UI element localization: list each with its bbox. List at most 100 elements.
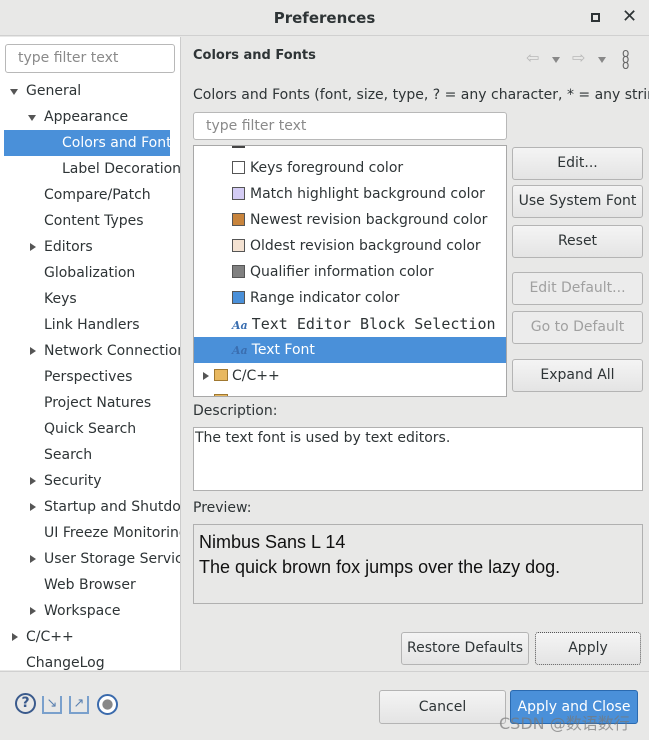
collapsed-arrow-icon[interactable] [30,477,36,485]
item-label: Range indicator color [250,290,400,306]
import-icon[interactable]: ↘ [42,696,62,714]
color-font-item[interactable]: Keys foreground color [194,155,506,181]
sidebar-item[interactable]: Workspace [0,598,180,624]
color-swatch-icon [232,187,245,200]
sidebar-item[interactable]: Keys [0,286,180,312]
color-font-item[interactable]: Newest revision background color [194,207,506,233]
title-bar: Preferences ✕ [0,0,649,36]
item-label: Newest revision background color [250,212,488,228]
collapsed-arrow-icon[interactable] [30,607,36,615]
maximize-button[interactable] [591,13,600,22]
color-font-item[interactable]: Oldest revision background color [194,233,506,259]
restore-defaults-button[interactable]: Restore Defaults [401,632,529,665]
back-menu-icon[interactable] [552,57,560,63]
item-label: Qualifier information color [250,264,434,280]
item-label: Match highlight background color [250,186,485,202]
sidebar-item[interactable]: Search [0,442,180,468]
more-options-icon[interactable]: ooo [622,47,629,71]
sidebar-item[interactable]: C/C++ [0,624,180,650]
expanded-arrow-icon[interactable] [10,89,18,95]
nav-back-icon[interactable]: ⇦ [526,48,539,67]
description-label: Description: [193,403,278,419]
sidebar-item[interactable]: Link Handlers [0,312,180,338]
sidebar-item[interactable]: Content Types [0,208,180,234]
color-font-item[interactable]: Match highlight background color [194,181,506,207]
preview-sample-text: The quick brown fox jumps over the lazy … [199,557,561,577]
collapsed-arrow-icon[interactable] [30,555,36,563]
sidebar-item[interactable]: Startup and Shutdown [0,494,180,520]
sidebar-item[interactable]: Security [0,468,180,494]
sidebar-item-label: Network Connections [44,343,180,359]
item-label: Text Editor Block Selection Font [251,315,506,333]
sidebar-item-label: General [26,83,82,99]
color-font-item[interactable]: Range indicator color [194,285,506,311]
cancel-button[interactable]: Cancel [379,690,506,724]
record-icon[interactable] [97,694,118,715]
reset-button[interactable]: Reset [512,225,643,258]
sidebar-item[interactable]: Compare/Patch [0,182,180,208]
sidebar-item[interactable]: Network Connections [0,338,180,364]
color-font-item[interactable]: Aa Text Font [194,337,506,363]
edit-button[interactable]: Edit... [512,147,643,180]
font-icon: Aa [232,319,248,332]
sidebar-item-label: Compare/Patch [44,187,151,203]
edit-default-button[interactable]: Edit Default... [512,272,643,305]
color-font-item[interactable]: AaText Editor Block Selection Font [194,311,506,337]
collapsed-arrow-icon[interactable] [30,243,36,251]
sidebar-item-label: Workspace [44,603,121,619]
sidebar-item-label: Startup and Shutdown [44,499,180,515]
go-to-default-button[interactable]: Go to Default [512,311,643,344]
item-label: Oldest revision background color [250,238,481,254]
sidebar-item-label: Project Natures [44,395,152,411]
collapsed-arrow-icon[interactable] [30,347,36,355]
sidebar-item[interactable]: Label Decorations [0,156,180,182]
expand-all-button[interactable]: Expand All [512,359,643,392]
preview-font-name: Nimbus Sans L 14 [199,532,346,552]
sidebar-item[interactable]: Colors and Fonts [4,130,170,156]
sidebar-item-label: Colors and Fonts [62,135,170,151]
sidebar-item[interactable]: Perspectives [0,364,180,390]
color-swatch-icon [232,239,245,252]
forward-menu-icon[interactable] [598,57,606,63]
page-description: Colors and Fonts (font, size, type, ? = … [193,87,649,103]
sidebar-item[interactable]: Globalization [0,260,180,286]
apply-button[interactable]: Apply [535,632,641,665]
collapsed-arrow-icon[interactable] [12,633,18,641]
sidebar-filter-input[interactable]: type filter text [5,44,175,73]
sidebar-item[interactable]: General [0,78,180,104]
color-swatch-icon [232,213,245,226]
sidebar-item[interactable]: Quick Search [0,416,180,442]
export-icon[interactable]: ↗ [69,696,89,714]
font-icon: Aa [232,344,248,357]
sidebar-item-label: Content Types [44,213,144,229]
color-font-item[interactable]: C/C++ [194,363,506,389]
close-button[interactable]: ✕ [622,6,637,27]
collapsed-arrow-icon[interactable] [203,372,209,380]
sidebar-item[interactable]: Project Natures [0,390,180,416]
nav-forward-icon[interactable]: ⇨ [572,48,585,67]
preferences-sidebar: type filter text General Appearance Colors… [0,37,181,671]
sidebar-item-label: User Storage Service [44,551,180,567]
colors-filter-input[interactable]: type filter text [193,112,507,140]
description-box: The text font is used by text editors. [193,427,643,491]
item-label: Text Font [251,342,315,358]
color-font-item[interactable]: Qualifier information color [194,259,506,285]
sidebar-item-label: Label Decorations [62,161,180,177]
sidebar-item-label: Appearance [44,109,129,125]
sidebar-item[interactable]: Editors [0,234,180,260]
sidebar-item-label: Quick Search [44,421,137,437]
sidebar-item-label: Globalization [44,265,136,281]
collapsed-arrow-icon[interactable] [30,503,36,511]
sidebar-item[interactable]: User Storage Service [0,546,180,572]
color-swatch-icon [232,291,245,304]
sidebar-item[interactable]: Web Browser [0,572,180,598]
folder-icon [214,369,228,381]
sidebar-item-label: Keys [44,291,77,307]
sidebar-item[interactable]: Appearance [0,104,180,130]
help-icon[interactable]: ? [15,693,36,714]
sidebar-item[interactable]: UI Freeze Monitoring [0,520,180,546]
colors-fonts-tree: Keys foreground color Match highlight bac… [193,145,507,397]
expanded-arrow-icon[interactable] [28,115,36,121]
sidebar-item-label: Web Browser [44,577,136,593]
use-system-font-button[interactable]: Use System Font [512,185,643,218]
